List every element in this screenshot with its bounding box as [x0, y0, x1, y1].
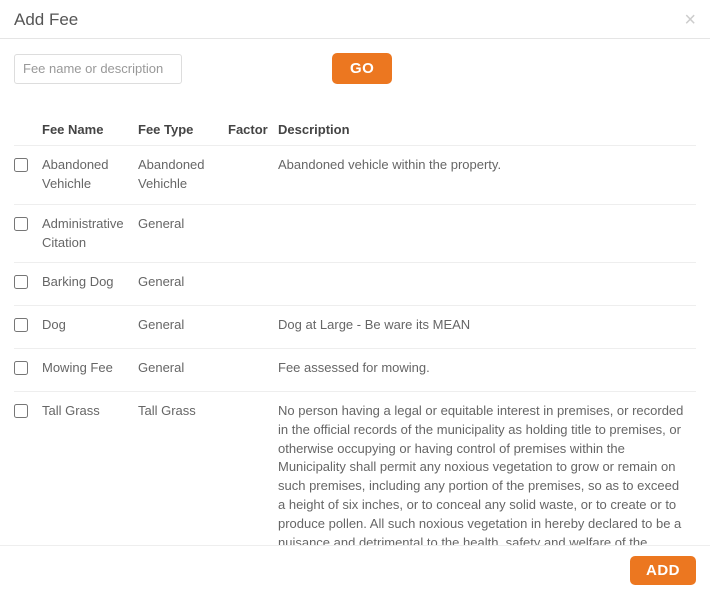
cell-fee-name: Tall Grass: [42, 391, 138, 545]
row-checkbox[interactable]: [14, 275, 28, 289]
cell-description: Fee assessed for mowing.: [278, 349, 696, 392]
cell-description: Abandoned vehicle within the property.: [278, 146, 696, 205]
cell-fee-type: Tall Grass: [138, 391, 228, 545]
table-row: DogGeneral Dog at Large - Be ware its MEA…: [14, 306, 696, 349]
table-header-row: Fee Name Fee Type Factor Description: [14, 114, 696, 146]
modal-title: Add Fee: [14, 10, 78, 30]
cell-fee-name: Abandoned Vehichle: [42, 146, 138, 205]
close-icon[interactable]: ×: [684, 10, 696, 30]
cell-check: [14, 146, 42, 205]
modal-body[interactable]: GO Fee Name Fee Type Factor Des: [0, 39, 710, 545]
cell-fee-type: General: [138, 306, 228, 349]
col-header-factor: Factor: [228, 114, 278, 146]
cell-check: [14, 204, 42, 263]
modal-footer: ADD: [0, 545, 710, 595]
cell-factor: [228, 391, 278, 545]
cell-factor: [228, 263, 278, 306]
modal-header: Add Fee ×: [0, 0, 710, 39]
cell-check: [14, 349, 42, 392]
search-input[interactable]: [14, 54, 182, 84]
col-header-check: [14, 114, 42, 146]
row-checkbox[interactable]: [14, 404, 28, 418]
cell-check: [14, 391, 42, 545]
cell-check: [14, 306, 42, 349]
cell-fee-name: Dog: [42, 306, 138, 349]
cell-factor: [228, 349, 278, 392]
cell-description: [278, 204, 696, 263]
go-button[interactable]: GO: [332, 53, 392, 84]
cell-factor: [228, 146, 278, 205]
row-checkbox[interactable]: [14, 158, 28, 172]
row-checkbox[interactable]: [14, 318, 28, 332]
modal-body-wrap: GO Fee Name Fee Type Factor Des: [0, 39, 710, 545]
add-fee-modal: Add Fee × GO Fee Name: [0, 0, 710, 595]
col-header-description: Description: [278, 114, 696, 146]
table-row: Abandoned VehichleAbandoned Vehichle Aban…: [14, 146, 696, 205]
row-checkbox[interactable]: [14, 361, 28, 375]
row-checkbox[interactable]: [14, 217, 28, 231]
cell-fee-type: Abandoned Vehichle: [138, 146, 228, 205]
table-row: Administrative CitationGeneral: [14, 204, 696, 263]
cell-check: [14, 263, 42, 306]
table-row: Tall GrassTall Grass No person having a l…: [14, 391, 696, 545]
cell-description: [278, 263, 696, 306]
col-header-fee-type: Fee Type: [138, 114, 228, 146]
cell-fee-type: General: [138, 204, 228, 263]
cell-fee-name: Mowing Fee: [42, 349, 138, 392]
table-row: Barking DogGeneral: [14, 263, 696, 306]
col-header-fee-name: Fee Name: [42, 114, 138, 146]
cell-factor: [228, 306, 278, 349]
cell-factor: [228, 204, 278, 263]
cell-fee-type: General: [138, 349, 228, 392]
search-row: GO: [14, 53, 696, 84]
cell-description: No person having a legal or equitable in…: [278, 391, 696, 545]
cell-fee-type: General: [138, 263, 228, 306]
fee-table: Fee Name Fee Type Factor Description Aba…: [14, 114, 696, 545]
cell-fee-name: Administrative Citation: [42, 204, 138, 263]
cell-description: Dog at Large - Be ware its MEAN: [278, 306, 696, 349]
cell-fee-name: Barking Dog: [42, 263, 138, 306]
add-button[interactable]: ADD: [630, 556, 696, 585]
table-row: Mowing FeeGeneral Fee assessed for mowing…: [14, 349, 696, 392]
